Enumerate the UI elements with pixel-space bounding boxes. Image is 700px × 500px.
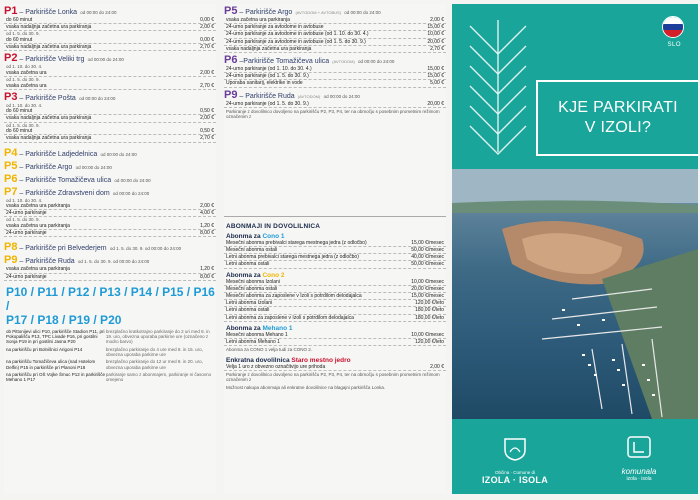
price-line: vsaka začetna ura parkiranja 1,20 € [4,266,216,274]
municipality-logo: Občina · Comune di IZOLA · ISOLA [470,436,560,485]
mid-p6-heading: P6 –Parkirišče Tomažičeva ulica (AVTODOM… [224,54,395,67]
price-line: 24-urno parkiranje 8,00 € [4,273,216,281]
price-line: Letni abonma ostali 180,00 €/leto [224,307,446,315]
language-label[interactable]: SLO [667,42,681,48]
free-parking-title: P10 / P11 / P12 / P13 / P14 / P15 / P16 … [6,284,215,327]
cona2-title: Abonma za Cono 2 [226,271,285,279]
price-line: vsaka začetna ura parkiranja 2,00 € [224,17,446,25]
price-line: do 60 minut 0,50 € [4,128,216,136]
municipality-crest-icon [504,438,526,461]
price-line: vsaka začetna ura parkiranja 1,20 € [4,222,216,231]
mehano-note: Abonma za CONO 1 velja tudi za CONO 2. [226,347,313,353]
cover-title: KJE PARKIRATI V IZOLI? [558,99,678,136]
price-line: Velja 1 uro z obvezno označitvijo ure pr… [224,363,446,371]
free-row: na parkirišču Tomažičeva ulica (nad Hote… [6,359,203,370]
mid-p5-heading: P5 – Parkirišče Argo (AVTODOM + AVTOBUS)… [224,5,381,17]
price-line: do 60 minut 0,00 € [4,17,216,25]
price-line: Mesečni abonma ostali 20,00 €/mesec [224,285,446,294]
price-line: 24-urno parkiranje za avtodome in avtobu… [224,31,446,39]
price-line: do 60 minut 0,50 € [4,108,216,116]
mehano-title: Abonma za Mehano 1 [226,324,293,332]
harbour-illustration [452,169,698,419]
price-line: Mesečni abonma prebivalci starega mestne… [224,239,446,248]
p6-heading: P6 – Parkirišče Tomažičeva ulica od 00:0… [4,172,151,185]
komunala-logo-icon [627,436,651,458]
price-line: Letni abonma ostali 50,00 €/mesec [224,261,446,269]
mid-p9-heading: P9 – Parkirišče Ruda (AVTODOM) od 00:00 … [224,88,360,101]
price-line: vsaka začetna ura 2,00 € [4,69,216,78]
price-line: Letni abonma za zaposlene v Izoli s potr… [224,314,446,322]
price-line: vsaka nadaljnja začetna ura parkiranja 2,… [4,24,216,32]
price-line: vsaka začetna ura parkiranja 2,00 € [4,203,216,211]
p3-heading: P3 – Parkirišče Pošta od 00:00 do 24:00 [4,90,116,103]
price-line: do 60 minut 0,00 € [4,36,216,45]
price-line: 24-urno parkiranje 4,00 € [4,210,216,218]
p2-heading: P2 – Parkirišče Veliki trg od 00:00 do 2… [4,52,124,65]
price-line: Mesečni abonma ostali 50,00 €/mesec [224,247,446,255]
single-permit-note: Parkiranje z dovolilnico dovoljeno na pa… [226,371,440,383]
subscriptions-title: ABONMAJI IN DOVOLILNICA [226,222,321,230]
price-line: vsaka nadaljnja začetna ura parkiranja 2,… [224,45,446,54]
note-top: Parkiranje z dovolilnico dovoljeno na pa… [226,108,440,120]
price-line: 24-urno parkiranje za avtodome in avtobu… [224,38,446,46]
price-line: vsaka nadaljnja začetna ura parkiranja 2,… [4,135,216,143]
decorative-pattern-icon [469,20,527,155]
free-row: na parkirišču pri Bolnišnici Arigoni P14… [6,346,203,357]
middle-panel: P5 – Parkirišče Argo (AVTODOM + AVTOBUS)… [224,4,446,494]
left-panel: P1 – Parkirišče Lonka od 00:00 do 24:00 … [4,4,216,494]
price-line: 24-urno parkiranje (od 1. 5. do 30. 9.) 2… [224,100,446,108]
price-line: vsaka začetna ura 2,70 € [4,82,216,90]
price-line: 24-urno parkiranje (od 1. 5. do 30. 9.) 1… [224,73,446,81]
price-line: Uporaba sanitarij, elektrike in vode 5,00… [224,80,446,88]
cover-panel: SLO KJE PARKIRATI V IZOLI? Občina · Comu… [452,4,698,494]
p7-heading: P7 – Parkirišče Zdravstveni dom od 00:00… [4,185,150,198]
p4-heading: P4 – Parkirišče Ladjedelnica od 00:00 do… [4,146,137,159]
purchase-note: Možnost nakupa abonmaja ali enkratne dov… [226,384,386,390]
price-line: 24-urno parkiranje 8,00 € [4,230,216,238]
p5-heading: P5 – Parkirišče Argo od 00:00 do 24:00 [4,159,112,172]
free-row: ob Pittonijevi ulici P10, parkirišče Sta… [6,328,210,345]
p9-heading: P9 – Parkirišče Ruda od 1. 5. do 30. 9. … [4,254,150,267]
p1-heading: P1 – Parkirišče Lonka od 00:00 do 24:00 [4,5,117,17]
aerial-photo [452,169,698,419]
price-line: Letni abonma prebivalci starega mestnega… [224,254,446,262]
slovenian-flag-icon[interactable] [662,16,684,38]
komunala-logo: komunala izola · isola [594,434,684,482]
price-line: Mesečni abonma za zaposlene v Izoli s po… [224,293,446,301]
price-line: Mesečni abonma Mehano 1 10,00 €/mesec [224,331,446,340]
price-line: Letni abonma Mehano 1 120,00 €/leto [224,339,446,347]
price-line: vsaka nadaljnja začetna ura parkiranja 2,… [4,115,216,123]
price-line: vsaka nadaljnja začetna ura parkiranja 2,… [4,44,216,52]
price-line: Letni abonma Izolani 120,00 €/leto [224,300,446,308]
cona1-title: Abonma za Cono 1 [226,232,285,240]
price-line: 24-urno parkiranje za avtodome in avtobu… [224,24,446,32]
price-line: Mesečni abonma Izolani 10,00 €/mesec [224,278,446,286]
free-row: na parkirišču pri OŠ Vojke Šmuc P12 in p… [6,371,212,383]
single-permit-title: Enkratna dovolilnica Staro mestno jedro [226,356,351,364]
cover-top: SLO KJE PARKIRATI V IZOLI? [452,4,698,169]
cover-title-box: KJE PARKIRATI V IZOLI? [536,80,698,156]
p8-heading: P8 – Parkirišče pri Belvederjem od 1. 5.… [4,241,182,254]
price-line: 24-urno parkiranje (od 1. 10. do 30. 4.)… [224,66,446,74]
